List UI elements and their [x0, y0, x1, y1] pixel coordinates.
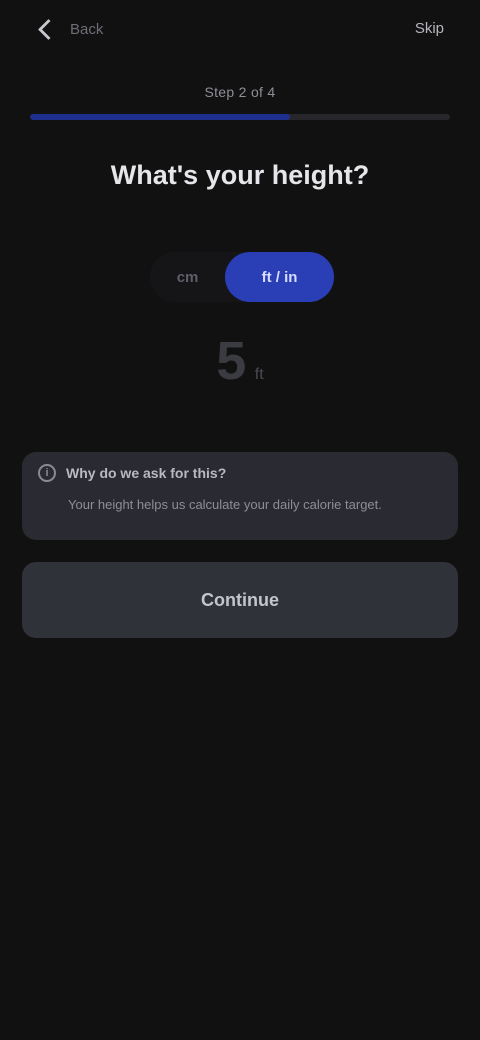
page-title: What's your height? — [110, 160, 370, 190]
info-heading: Why do we ask for this? — [66, 465, 227, 481]
step-label: Step 2 of 4 — [204, 84, 276, 100]
unit-option-cm[interactable]: cm — [150, 252, 225, 302]
top-bar: Back Skip — [0, 0, 480, 60]
height-unit: ft — [254, 366, 264, 383]
info-card: i Why do we ask for this? Your height he… — [22, 452, 458, 540]
chevron-left-icon — [34, 16, 60, 42]
height-value: 5 — [216, 331, 247, 391]
info-heading-row: i Why do we ask for this? — [38, 464, 442, 482]
back-label: Back — [70, 20, 104, 38]
unit-toggle: cm ft / in — [150, 252, 334, 302]
progress-bar — [30, 114, 450, 120]
unit-option-ft-in[interactable]: ft / in — [225, 252, 334, 302]
back-button[interactable]: Back — [34, 16, 103, 42]
info-text: Your height helps us calculate your dail… — [68, 497, 382, 512]
progress-fill — [30, 114, 291, 120]
info-icon: i — [38, 464, 56, 482]
height-value-display[interactable]: 5 ft — [0, 330, 480, 392]
continue-button[interactable]: Continue — [22, 562, 458, 638]
skip-button[interactable]: Skip — [415, 20, 444, 37]
